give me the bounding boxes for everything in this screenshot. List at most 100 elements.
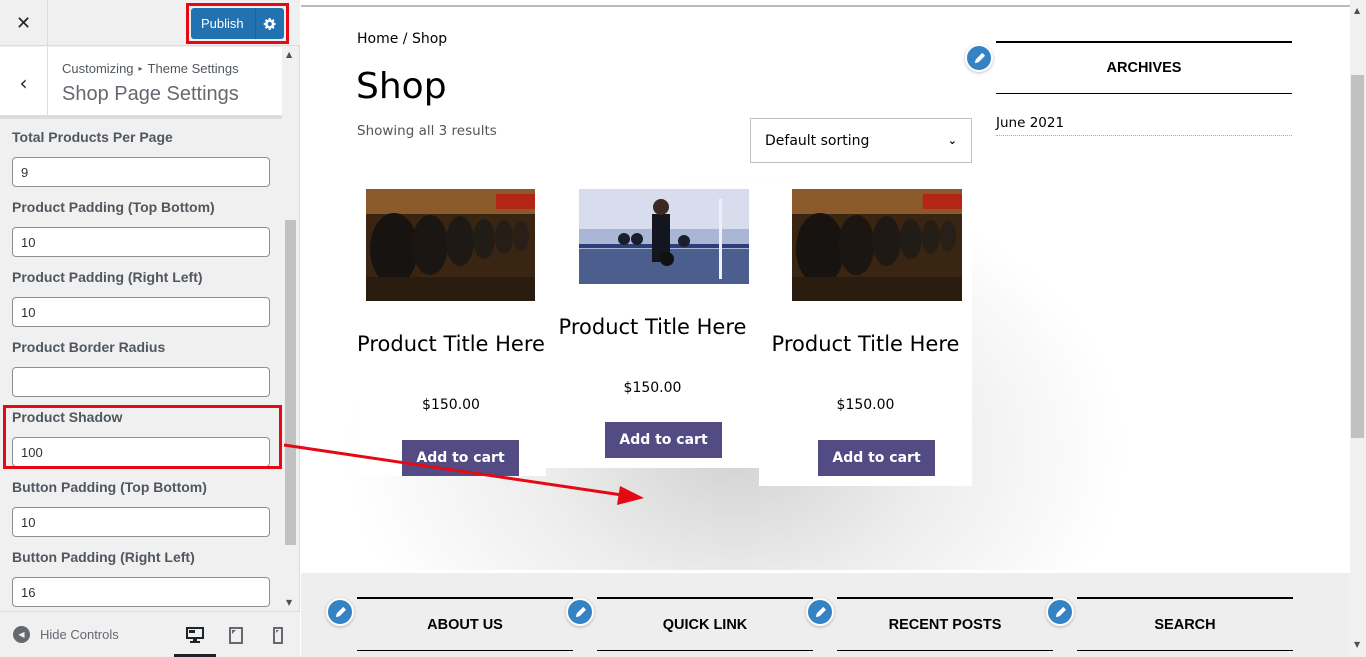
hide-controls-label: Hide Controls [40,627,119,642]
sidebar-scrollbar-thumb[interactable] [285,220,296,545]
widget-bottom-rule [597,650,813,651]
breadcrumb-parent: Theme Settings [147,61,239,76]
control-label: Product Border Radius [12,339,166,355]
controls-panel: Total Products Per Page Product Padding … [0,123,282,610]
control-label: Button Padding (Right Left) [12,549,195,565]
result-count: Showing all 3 results [357,123,497,139]
customizer-footer: ◀ Hide Controls [0,611,300,657]
close-customizer-button[interactable]: ✕ [0,0,48,46]
control-product-padding-rl: Product Padding (Right Left) [12,269,270,327]
footer-widget-title-recent-posts: RECENT POSTS [888,617,1002,633]
mobile-icon [273,626,283,644]
breadcrumb[interactable]: Home / Shop [357,31,447,47]
product-padding-tb-input[interactable] [12,227,270,257]
product-price: $150.00 [836,397,895,413]
publish-button[interactable]: Publish [191,8,284,39]
sidebar-scroll-up-arrow[interactable]: ▲ [286,50,292,59]
product-price: $150.00 [422,397,480,413]
pencil-icon [1055,606,1066,617]
breadcrumb-root: Customizing [62,61,134,76]
control-label: Total Products Per Page [12,129,173,145]
product-image-dumbbells[interactable] [792,189,962,301]
footer-widget-title-search: SEARCH [1154,617,1216,633]
total-products-input[interactable] [12,157,270,187]
edit-shortcut-search[interactable] [1046,598,1074,626]
section-title: Shop Page Settings [62,83,239,105]
annotation-box-product-shadow [3,405,282,469]
product-image-dumbbells[interactable] [366,189,535,301]
product-title[interactable]: Product Title Here [759,331,972,358]
product-card: Product Title Here $150.00 Add to cart [546,179,759,468]
sort-select[interactable]: Default sorting ⌄ [750,118,972,163]
preview-top-border [301,5,1350,7]
widget-bottom-rule [1077,650,1293,651]
publish-label: Publish [201,16,244,31]
product-title[interactable]: Product Title Here [356,331,546,358]
product-image-gym-woman[interactable] [579,189,749,284]
product-card: Product Title Here $150.00 Add to cart [356,179,546,476]
chevron-down-icon: ⌄ [947,134,957,147]
gear-icon[interactable] [255,8,284,39]
pencil-icon [815,606,826,617]
preview-scrollbar-thumb[interactable] [1351,75,1364,438]
control-label: Product Padding (Top Bottom) [12,199,215,215]
control-product-padding-tb: Product Padding (Top Bottom) [12,199,270,257]
archive-link[interactable]: June 2021 [996,115,1292,136]
device-desktop-button[interactable] [181,622,209,648]
footer-widget-title-about-us: ABOUT US [427,617,503,633]
customizer-breadcrumb: Customizing ▸ Theme Settings [62,61,239,76]
customizer-sidebar: ✕ Publish ‹ Customizing ▸ Theme Settings S… [0,0,300,657]
breadcrumb-separator-icon: ▸ [138,64,143,73]
scroll-up-arrow[interactable]: ▲ [1354,6,1360,15]
section-header: ‹ Customizing ▸ Theme Settings Shop Page S… [0,47,282,119]
widget-top-rule [996,41,1292,43]
edit-shortcut-recent-posts[interactable] [806,598,834,626]
archives-widget-title: ARCHIVES [1106,60,1182,76]
back-button[interactable]: ‹ [0,47,48,119]
add-to-cart-button[interactable]: Add to cart [818,440,935,476]
widget-top-rule [837,597,1053,599]
product-price: $150.00 [623,380,682,396]
control-button-padding-tb: Button Padding (Top Bottom) [12,479,270,537]
button-padding-tb-input[interactable] [12,507,270,537]
pencil-icon [974,52,985,63]
pencil-icon [575,606,586,617]
control-product-border-radius: Product Border Radius [12,339,270,397]
device-mobile-button[interactable] [264,622,292,648]
site-preview: Home / Shop Shop Showing all 3 results D… [301,0,1350,657]
chevron-left-icon: ‹ [19,71,28,95]
add-to-cart-button[interactable]: Add to cart [605,422,722,458]
preview-scrollbar[interactable]: ▲ ▼ [1350,0,1366,657]
device-tablet-button[interactable] [222,622,250,648]
site-footer: ABOUT US QUICK LINK RECENT POSTS SEARCH [301,573,1350,657]
widget-bottom-rule [837,650,1053,651]
sidebar-scroll-down-arrow[interactable]: ▼ [286,598,292,607]
edit-shortcut-quick-link[interactable] [566,598,594,626]
product-border-radius-input[interactable] [12,367,270,397]
collapse-arrow-icon: ◀ [13,626,30,643]
control-button-padding-rl: Button Padding (Right Left) [12,549,270,607]
desktop-icon [186,626,204,643]
button-padding-rl-input[interactable] [12,577,270,607]
edit-shortcut-about-us[interactable] [326,598,354,626]
widget-top-rule [597,597,813,599]
widget-bottom-rule [357,650,573,651]
add-to-cart-button[interactable]: Add to cart [402,440,519,476]
hide-controls-button[interactable]: ◀ Hide Controls [13,626,119,643]
widget-top-rule [1077,597,1293,599]
page-title: Shop [356,66,447,107]
widget-top-rule [357,597,573,599]
control-total-products: Total Products Per Page [12,129,270,187]
product-padding-rl-input[interactable] [12,297,270,327]
control-label: Button Padding (Top Bottom) [12,479,207,495]
sort-selected-value: Default sorting [765,132,870,149]
edit-shortcut-archives[interactable] [965,44,993,72]
close-icon: ✕ [15,12,32,34]
widget-bottom-rule [996,93,1292,94]
footer-widget-title-quick-link: QUICK LINK [662,617,748,633]
pencil-icon [335,606,346,617]
tablet-icon [229,626,243,644]
scroll-down-arrow[interactable]: ▼ [1354,640,1360,649]
product-title[interactable]: Product Title Here [546,314,759,341]
customizer-header: ✕ Publish [0,0,300,46]
